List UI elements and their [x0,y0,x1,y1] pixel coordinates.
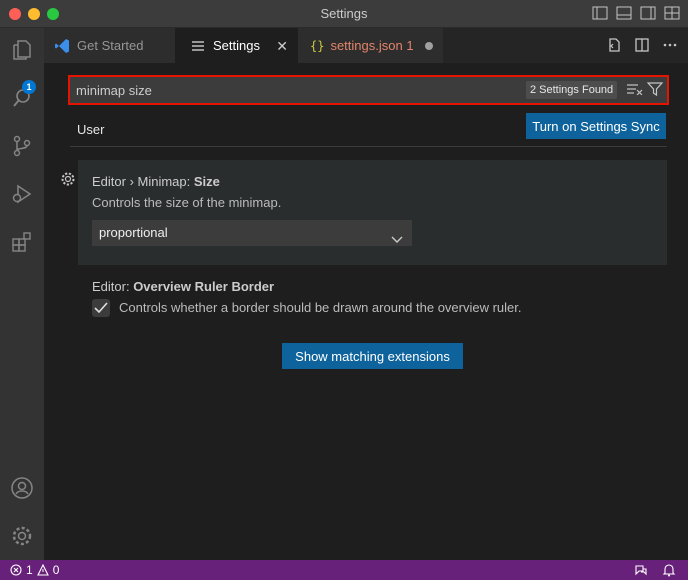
results-count-badge: 2 Settings Found [526,81,618,99]
unsaved-dot-icon[interactable] [425,42,433,50]
setting-name: Overview Ruler Border [133,279,275,294]
customize-layout-icon[interactable] [664,6,680,20]
settings-search-box: 2 Settings Found [68,75,669,105]
setting-name: Size [193,174,220,189]
setting-title: Editor: Overview Ruler Border [92,279,274,294]
setting-category: Editor: [92,279,134,294]
filter-icon[interactable] [646,82,664,99]
tab-label: Settings [213,38,260,53]
setting-category: Editor › Minimap: [92,174,194,189]
editor-actions [606,37,678,56]
setting-title: Editor › Minimap: Size [92,174,220,189]
select-value: proportional [99,225,168,240]
activity-bar: 1 [0,28,44,560]
split-editor-icon[interactable] [634,37,650,56]
show-matching-extensions-button[interactable]: Show matching extensions [282,343,463,369]
toggle-secondary-sidebar-icon[interactable] [640,6,656,20]
open-settings-json-icon[interactable] [606,37,622,56]
source-control-icon[interactable] [8,132,36,160]
settings-search-input[interactable] [76,81,516,99]
chevron-down-icon [391,228,403,252]
setting-description: Controls whether a border should be draw… [119,300,522,315]
problems-indicator[interactable]: 1 0 [10,563,59,577]
status-bar: 1 0 [0,560,688,580]
toggle-sidebar-icon[interactable] [592,6,608,20]
manage-gear-icon[interactable] [8,522,36,550]
notifications-bell-icon[interactable] [662,563,676,580]
extensions-icon[interactable] [8,228,36,256]
minimap-size-select[interactable]: proportional [92,220,412,246]
feedback-icon[interactable] [634,563,648,580]
tab-user-scope[interactable]: User [77,122,104,137]
error-count: 1 [26,563,33,577]
run-debug-icon[interactable] [8,180,36,208]
scope-divider [70,146,667,147]
status-right-items [634,563,676,580]
explorer-badge: 1 [22,80,36,94]
editor-tab-bar: Get Started Settings ✕ {} settings.json … [44,28,688,63]
layout-controls [592,6,680,20]
explorer-icon[interactable] [8,36,36,64]
setting-description: Controls the size of the minimap. [92,195,282,210]
json-braces-icon: {} [310,38,325,53]
close-icon[interactable]: ✕ [276,38,288,55]
error-icon [10,564,22,576]
setting-gear-icon[interactable] [60,171,76,190]
checkmark-icon [94,302,108,314]
tab-settings[interactable]: Settings ✕ [175,28,298,63]
turn-on-settings-sync-button[interactable]: Turn on Settings Sync [526,113,666,139]
clear-search-icon[interactable] [627,83,643,98]
tab-label: settings.json 1 [330,38,414,53]
overview-ruler-border-checkbox[interactable] [92,299,110,317]
warning-icon [36,564,49,576]
toggle-panel-icon[interactable] [616,6,632,20]
accounts-icon[interactable] [8,474,36,502]
tab-settings-json[interactable]: {} settings.json 1 [298,28,443,63]
tab-label: Get Started [77,38,144,53]
window-title: Settings [320,6,368,21]
tab-get-started[interactable]: Get Started [44,28,175,63]
vscode-logo-icon [55,38,69,53]
more-actions-icon[interactable] [662,37,678,56]
settings-list-icon [192,40,204,51]
title-bar: Settings [0,0,688,28]
warning-count: 0 [52,563,60,577]
